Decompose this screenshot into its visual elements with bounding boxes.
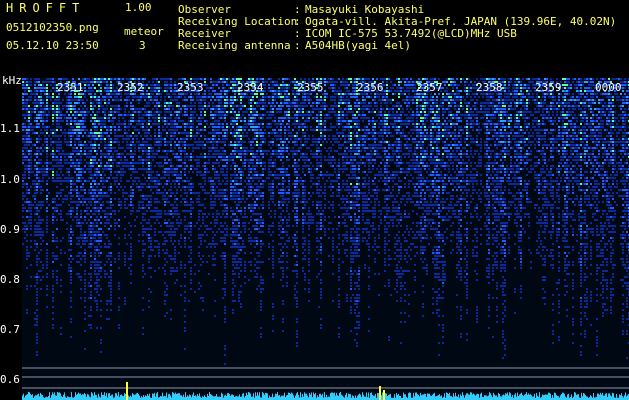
signal-spike-1 [126,382,128,400]
signal-spike-2 [379,386,381,400]
x-tick-2358: 2358 [476,81,503,94]
y-tick-0-8: 0.8 [0,273,20,286]
file-name: 0512102350.png [6,21,99,34]
capture-datetime: 05.12.10 23:50 [6,39,99,52]
x-tick-2357: 2357 [416,81,443,94]
meteor-count: 3 [139,39,146,52]
x-tick-2355: 2355 [297,81,324,94]
app-brand: HROFFT [6,1,86,15]
antenna-label: Receiving antenna [178,39,291,52]
y-axis-unit: kHz [2,74,22,87]
spectrogram-canvas [22,78,629,400]
x-tick-0000: 0000 [595,81,622,94]
x-tick-2353: 2353 [177,81,204,94]
y-tick-1-0: 1.0 [0,173,20,186]
signal-spike-3 [383,390,385,400]
spectrogram-plot [22,78,629,400]
app-version: 1.00 [125,1,152,14]
y-tick-0-9: 0.9 [0,223,20,236]
antenna-colon: : [294,39,301,52]
meteor-label: meteor [124,25,164,38]
y-tick-0-7: 0.7 [0,323,20,336]
x-tick-2354: 2354 [237,81,264,94]
antenna-value: A504HB(yagi 4el) [305,39,411,52]
y-tick-0-6: 0.6 [0,373,20,386]
y-tick-1-1: 1.1 [0,122,20,135]
x-tick-2359: 2359 [535,81,562,94]
x-tick-2352: 2352 [117,81,144,94]
x-tick-2356: 2356 [357,81,384,94]
x-tick-2351: 2351 [57,81,84,94]
